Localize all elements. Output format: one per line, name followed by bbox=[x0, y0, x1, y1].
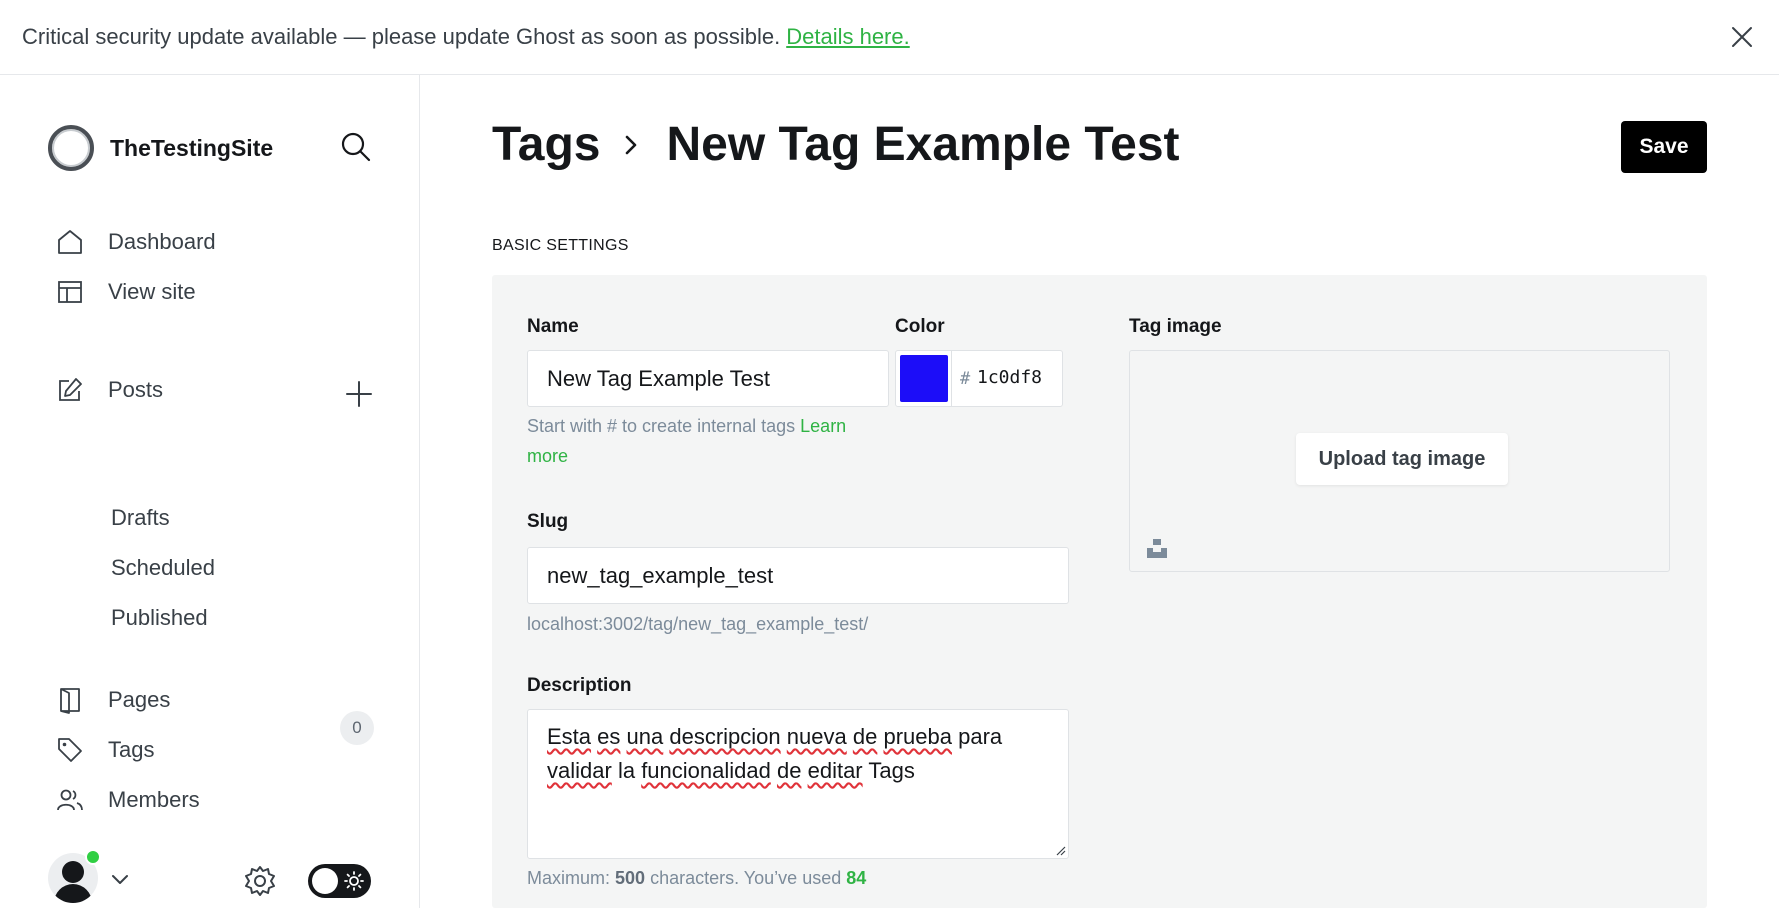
slug-label: Slug bbox=[527, 511, 569, 532]
banner-details-link[interactable]: Details here. bbox=[786, 24, 910, 50]
description-word: una bbox=[626, 724, 664, 749]
sidebar-item-label: Dashboard bbox=[108, 229, 216, 254]
description-word: nueva bbox=[786, 724, 847, 749]
name-label: Name bbox=[527, 316, 579, 337]
gear-icon[interactable] bbox=[243, 864, 277, 898]
hash-prefix: # bbox=[960, 369, 971, 389]
description-word: funcionalidad bbox=[641, 758, 771, 783]
security-update-banner: Critical security update available — ple… bbox=[0, 0, 1779, 75]
description-word: la bbox=[617, 758, 636, 783]
description-word: prueba bbox=[883, 724, 952, 749]
banner-text: Critical security update available — ple… bbox=[22, 24, 781, 49]
slug-url-preview: localhost:3002/tag/new_tag_example_test/ bbox=[527, 614, 869, 634]
members-icon bbox=[57, 789, 83, 811]
sidebar-item-dashboard[interactable]: Dashboard bbox=[56, 228, 216, 256]
description-word: de bbox=[852, 724, 878, 749]
color-swatch[interactable] bbox=[900, 355, 948, 402]
resize-handle-icon[interactable] bbox=[1054, 844, 1066, 856]
online-status-dot bbox=[85, 849, 101, 865]
save-button[interactable]: Save bbox=[1621, 121, 1707, 173]
used-count: 84 bbox=[846, 868, 867, 888]
description-label: Description bbox=[527, 675, 632, 696]
slug-input[interactable]: new_tag_example_test bbox=[527, 547, 1069, 604]
sidebar-item-label: Pages bbox=[108, 687, 171, 712]
dark-mode-toggle[interactable] bbox=[308, 864, 371, 898]
members-count-badge: 0 bbox=[340, 711, 374, 745]
name-input[interactable]: New Tag Example Test bbox=[527, 350, 889, 407]
tag-icon bbox=[58, 738, 82, 762]
basic-settings-panel: Name New Tag Example Test Start with # t… bbox=[492, 275, 1707, 908]
sidebar-item-view-site[interactable]: View site bbox=[56, 278, 196, 306]
character-counter: Maximum: 500 characters. You’ve used 84 bbox=[527, 863, 866, 893]
site-logo bbox=[48, 125, 94, 171]
sidebar-item-scheduled[interactable]: Scheduled bbox=[111, 555, 215, 581]
tag-image-dropzone[interactable]: Upload tag image bbox=[1129, 350, 1670, 572]
chevron-down-icon[interactable] bbox=[110, 869, 130, 889]
max-label: Maximum: bbox=[527, 868, 611, 888]
chevron-right-icon bbox=[626, 135, 637, 154]
upload-tag-image-button[interactable]: Upload tag image bbox=[1296, 433, 1508, 485]
edit-icon bbox=[59, 378, 82, 401]
description-word: para bbox=[958, 724, 1003, 749]
sidebar-item-label: Members bbox=[108, 787, 200, 812]
page-title: Tags New Tag Example Test bbox=[492, 117, 1180, 172]
site-name: TheTestingSite bbox=[110, 134, 274, 161]
sidebar: TheTestingSite Dashboard View site Posts… bbox=[0, 75, 420, 908]
sidebar-item-posts[interactable]: Posts bbox=[56, 376, 163, 404]
description-word: editar bbox=[807, 758, 863, 783]
page-icon bbox=[60, 688, 80, 714]
sidebar-item-label: Tags bbox=[108, 737, 155, 762]
section-heading: BASIC SETTINGS bbox=[492, 237, 629, 254]
home-icon bbox=[58, 230, 82, 254]
description-word: de bbox=[776, 758, 802, 783]
sidebar-item-members[interactable]: Members bbox=[56, 786, 200, 814]
sidebar-item-published[interactable]: Published bbox=[111, 605, 208, 631]
sidebar-item-pages[interactable]: Pages bbox=[56, 686, 170, 714]
description-word: descripcion bbox=[669, 724, 781, 749]
user-menu[interactable] bbox=[48, 849, 101, 903]
layout-icon bbox=[58, 281, 82, 303]
max-value: 500 bbox=[615, 868, 646, 888]
sidebar-item-label: Posts bbox=[108, 377, 164, 402]
toggle-knob bbox=[312, 868, 338, 894]
max-suffix: characters. You’ve used bbox=[650, 868, 842, 888]
name-hint-text: Start with # to create internal tags bbox=[527, 416, 796, 436]
color-hex-input[interactable]: 1c0df8 bbox=[977, 367, 1042, 388]
divider bbox=[951, 351, 952, 406]
sidebar-item-drafts[interactable]: Drafts bbox=[111, 505, 170, 531]
color-label: Color bbox=[895, 316, 945, 337]
sidebar-item-label: View site bbox=[108, 279, 196, 304]
color-picker[interactable]: # 1c0df8 bbox=[895, 350, 1063, 407]
plus-icon[interactable] bbox=[344, 379, 374, 409]
close-icon[interactable] bbox=[1727, 22, 1757, 52]
name-hint: Start with # to create internal tags Lea… bbox=[527, 411, 889, 471]
description-textarea[interactable]: Esta es una descripcion nueva de prueba … bbox=[527, 709, 1069, 859]
main-content: Tags New Tag Example Test Save BASIC SET… bbox=[421, 75, 1779, 908]
description-word: es bbox=[597, 724, 621, 749]
description-word: Tags bbox=[868, 758, 915, 783]
breadcrumb-tags[interactable]: Tags bbox=[492, 117, 600, 172]
search-icon[interactable] bbox=[340, 131, 372, 163]
sidebar-item-tags[interactable]: Tags bbox=[56, 736, 154, 764]
description-word: validar bbox=[547, 758, 612, 783]
description-word: Esta bbox=[547, 724, 592, 749]
tag-title: New Tag Example Test bbox=[666, 118, 1180, 171]
unsplash-icon[interactable] bbox=[1146, 537, 1168, 559]
site-brand[interactable]: TheTestingSite bbox=[48, 125, 273, 171]
tag-image-label: Tag image bbox=[1129, 316, 1222, 337]
sun-icon bbox=[344, 871, 364, 891]
